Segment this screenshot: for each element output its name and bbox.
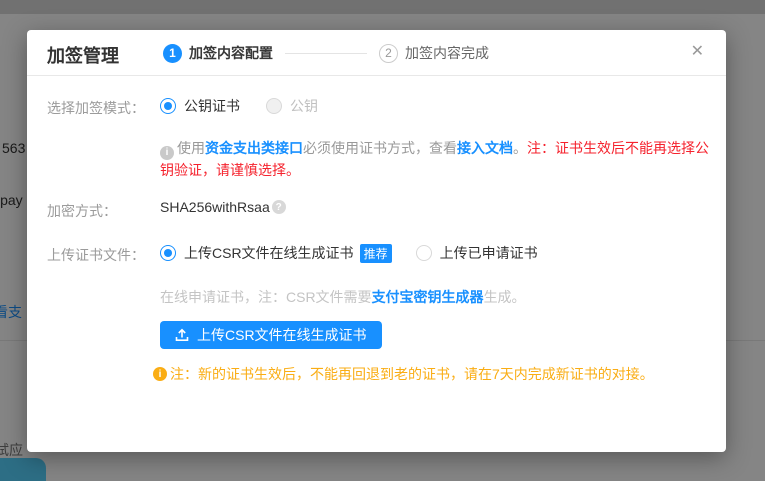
key-generator-link[interactable]: 支付宝密钥生成器 — [372, 289, 484, 305]
cert-info-text-2: 必须使用证书方式，查看 — [303, 140, 457, 156]
step-2-label: 加签内容完成 — [405, 43, 489, 63]
screen: 563 ipay 看支 试应 加签管理 1 加签内容配置 2 加签内容完成 ✕ … — [0, 0, 765, 481]
cert-info-text-3: 。 — [513, 140, 527, 156]
step-1-label: 加签内容配置 — [189, 43, 273, 63]
upload-cert-label: 上传证书文件： — [47, 245, 145, 265]
dialog-header: 加签管理 1 加签内容配置 2 加签内容完成 ✕ — [27, 30, 726, 76]
radio-public-key[interactable] — [266, 98, 282, 114]
dialog-title: 加签管理 — [47, 42, 119, 68]
encrypt-method-value-row: SHA256withRsaa ? — [160, 199, 286, 215]
radio-public-key-label: 公钥 — [290, 96, 318, 116]
radio-upload-csr-label[interactable]: 上传CSR文件在线生成证书 — [184, 243, 354, 263]
csr-note-text-1: 在线申请证书，注：CSR文件需要 — [160, 289, 372, 305]
upload-icon — [175, 328, 189, 342]
step-wizard: 1 加签内容配置 2 加签内容完成 — [163, 43, 489, 63]
step-2-circle: 2 — [379, 44, 398, 63]
dialog-sign-management: 加签管理 1 加签内容配置 2 加签内容完成 ✕ 选择加签模式： 公钥证书 公钥… — [27, 30, 726, 452]
upload-cert-options: 上传CSR文件在线生成证书 推荐 上传已申请证书 — [160, 243, 564, 263]
radio-upload-existing[interactable] — [416, 245, 432, 261]
csr-note-text-2: 生成。 — [484, 289, 526, 305]
cert-info-hint: i使用资金支出类接口必须使用证书方式，查看接入文档。注：证书生效后不能再选择公钥… — [160, 138, 722, 181]
radio-upload-existing-label[interactable]: 上传已申请证书 — [440, 243, 538, 263]
encrypt-method-label: 加密方式： — [47, 201, 117, 221]
help-icon[interactable]: ? — [272, 200, 286, 214]
step-connector-line — [285, 53, 367, 54]
info-icon: i — [160, 146, 174, 160]
radio-public-key-cert[interactable] — [160, 98, 176, 114]
access-doc-link[interactable]: 接入文档 — [457, 140, 513, 156]
upload-csr-button[interactable]: 上传CSR文件在线生成证书 — [160, 321, 382, 349]
sign-mode-options: 公钥证书 公钥 — [160, 96, 344, 116]
csr-note: 在线申请证书，注：CSR文件需要支付宝密钥生成器生成。 — [160, 287, 526, 307]
step-1-circle: 1 — [163, 44, 182, 63]
close-icon[interactable]: ✕ — [691, 42, 704, 62]
bottom-warning: i 注：新的证书生效后，不能再回退到老的证书，请在7天内完成新证书的对接。 — [153, 364, 654, 384]
recommend-badge: 推荐 — [360, 244, 392, 263]
warning-icon: i — [153, 367, 167, 381]
radio-public-key-cert-label[interactable]: 公钥证书 — [184, 96, 240, 116]
radio-upload-csr[interactable] — [160, 245, 176, 261]
upload-csr-button-label: 上传CSR文件在线生成证书 — [197, 325, 367, 345]
encrypt-method-value: SHA256withRsaa — [160, 199, 270, 215]
sign-mode-label: 选择加签模式： — [47, 98, 145, 118]
bottom-warning-text: 注：新的证书生效后，不能再回退到老的证书，请在7天内完成新证书的对接。 — [170, 364, 654, 384]
fund-api-link[interactable]: 资金支出类接口 — [205, 140, 303, 156]
cert-info-text-1: 使用 — [177, 140, 205, 156]
